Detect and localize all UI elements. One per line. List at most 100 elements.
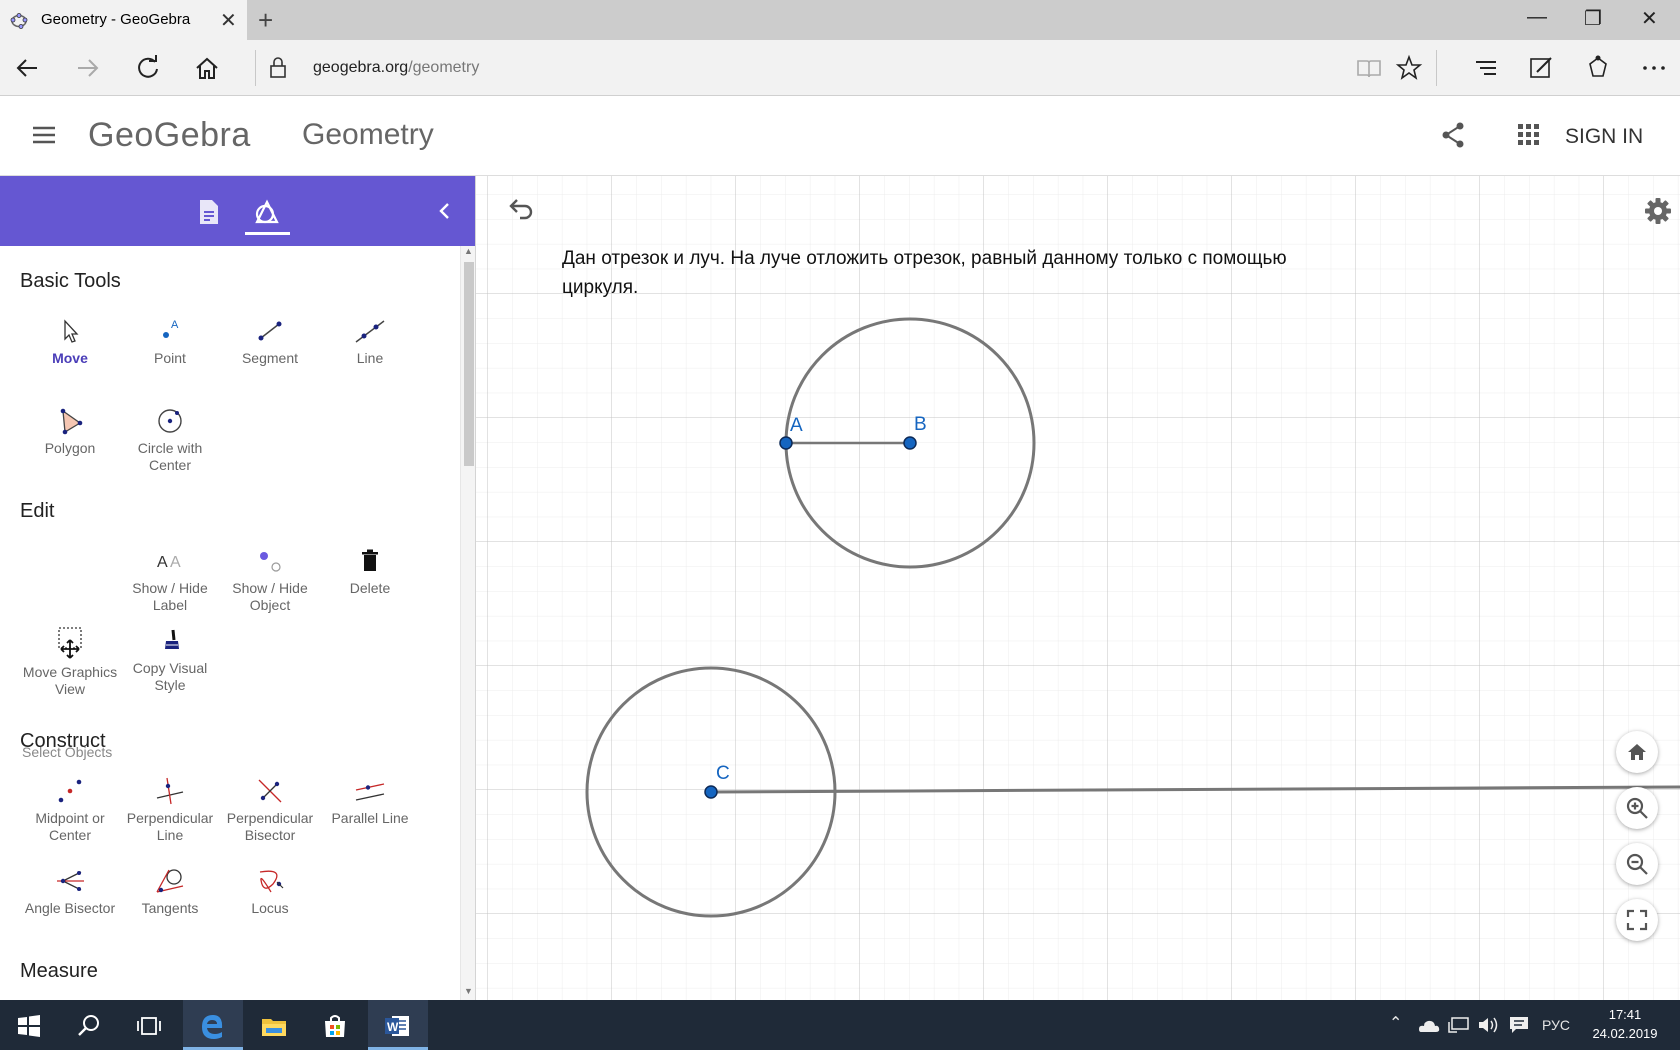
tool-locus[interactable]: Locus — [220, 866, 320, 946]
url-host: geogebra.org — [313, 59, 409, 76]
fullscreen-button[interactable] — [1616, 899, 1658, 941]
task-view-button[interactable] — [120, 1000, 180, 1050]
tool-label: Move Graphics View — [22, 664, 118, 697]
svg-text:A: A — [170, 554, 181, 571]
edge-browser-button[interactable] — [183, 1000, 243, 1050]
tool-polygon[interactable]: Polygon — [20, 406, 120, 486]
close-tab-icon[interactable]: ✕ — [220, 8, 237, 33]
notifications-icon[interactable] — [1508, 1015, 1530, 1035]
tool-circle-with-center[interactable]: Circle with Center — [120, 406, 220, 486]
share-icon[interactable] — [1440, 121, 1466, 149]
favorite-star-icon[interactable] — [1395, 54, 1423, 82]
zoom-out-icon — [1626, 853, 1648, 875]
hub-icon[interactable] — [1472, 54, 1500, 82]
algebra-tab-icon[interactable] — [188, 192, 228, 232]
tool-midpoint-or-center[interactable]: Midpoint or Center — [20, 776, 120, 856]
new-tab-icon[interactable]: + — [258, 5, 273, 36]
search-icon — [78, 1015, 99, 1036]
tool-label: Delete — [349, 580, 391, 596]
task-text[interactable]: Дан отрезок и луч. На луче отложить отре… — [562, 244, 1342, 302]
tool-tangents[interactable]: Tangents — [120, 866, 220, 946]
zoom-out-button[interactable] — [1616, 843, 1658, 885]
collapse-panel-icon[interactable] — [436, 201, 454, 221]
tool-show-hide-label[interactable]: AA Show / Hide Label — [120, 546, 220, 626]
window-close-icon[interactable]: ✕ — [1641, 6, 1658, 31]
show-hide-label-icon: AA — [157, 554, 181, 571]
share-icon[interactable] — [1584, 54, 1612, 82]
more-menu-icon[interactable] — [1640, 54, 1668, 82]
geogebra-logo[interactable]: GeoGebra — [88, 116, 251, 155]
tool-angle-bisector[interactable]: Angle Bisector — [20, 866, 120, 946]
label-a: A — [790, 415, 803, 436]
onedrive-icon[interactable] — [1416, 1017, 1440, 1033]
word-button[interactable]: W — [368, 1000, 428, 1050]
tool-parallel-line[interactable]: Parallel Line — [320, 776, 420, 856]
system-clock[interactable]: 17:41 24.02.2019 — [1580, 1005, 1670, 1043]
tool-delete[interactable]: Delete — [320, 546, 420, 626]
tool-move-graphics-view[interactable]: Move Graphics View — [20, 626, 120, 706]
scrollbar-thumb[interactable] — [464, 262, 474, 466]
input-language-indicator[interactable]: РУС — [1542, 1017, 1570, 1033]
search-button[interactable] — [60, 1000, 120, 1050]
tool-label: Locus — [251, 900, 289, 916]
point-icon: A — [163, 319, 179, 338]
undo-icon[interactable] — [506, 198, 536, 222]
tool-perpendicular-bisector[interactable]: Perpendicular Bisector — [220, 776, 320, 856]
browser-tab[interactable]: Geometry - GeoGebra ✕ — [0, 0, 247, 40]
settings-gear-icon[interactable] — [1644, 197, 1672, 225]
tool-perpendicular-line[interactable]: Perpendicular Line — [120, 776, 220, 856]
parallel-line-icon — [355, 783, 385, 801]
angle-bisector-icon — [57, 871, 84, 891]
zoom-in-button[interactable] — [1616, 787, 1658, 829]
start-button[interactable] — [0, 1000, 60, 1050]
point-b[interactable] — [903, 436, 917, 450]
restore-icon[interactable]: ❐ — [1584, 6, 1602, 31]
label-c: C — [716, 763, 730, 784]
geogebra-favicon-icon — [10, 13, 28, 29]
file-explorer-button[interactable] — [245, 1000, 305, 1050]
move-cursor-icon — [64, 319, 79, 343]
tool-move[interactable]: Move — [20, 316, 120, 396]
refresh-icon[interactable] — [134, 54, 162, 82]
tool-label: Line — [356, 350, 384, 366]
midpoint-icon — [58, 779, 82, 803]
fullscreen-icon — [1626, 909, 1648, 931]
tool-copy-visual-style[interactable]: Copy Visual Style — [120, 626, 220, 706]
minimize-icon[interactable]: — — [1527, 6, 1547, 29]
apps-grid-icon[interactable] — [1518, 124, 1540, 146]
category-basic-tools: Basic Tools — [20, 270, 121, 292]
tool-show-hide-object[interactable]: Show / Hide Object — [220, 546, 320, 626]
reading-view-icon[interactable] — [1355, 54, 1383, 82]
tool-label: Tangents — [141, 900, 199, 916]
geogebra-header: GeoGebra Geometry SIGN IN — [0, 96, 1680, 176]
point-c[interactable] — [704, 785, 718, 799]
windows-logo-icon — [18, 1015, 40, 1037]
tools-tab-icon[interactable] — [247, 192, 287, 232]
tool-segment[interactable]: Segment — [220, 316, 320, 396]
back-icon[interactable] — [13, 54, 41, 82]
store-button[interactable] — [306, 1000, 366, 1050]
active-tab-indicator — [245, 232, 290, 235]
volume-icon[interactable] — [1477, 1016, 1501, 1034]
hamburger-menu-icon[interactable] — [31, 124, 57, 146]
address-bar: geogebra.org/geometry — [0, 40, 1680, 96]
standard-view-button[interactable] — [1616, 731, 1658, 773]
tools-panel: Basic Tools Move A Point Segment Line Po… — [0, 176, 475, 1000]
forward-icon[interactable] — [74, 54, 102, 82]
label-b: B — [914, 414, 927, 435]
point-a[interactable] — [779, 436, 793, 450]
network-icon[interactable] — [1448, 1016, 1470, 1034]
show-hidden-icons-icon[interactable]: ⌃ — [1389, 1013, 1402, 1033]
tool-line[interactable]: Line — [320, 316, 420, 396]
divider — [255, 50, 256, 86]
scroll-up-icon[interactable]: ▲ — [464, 246, 473, 256]
home-icon[interactable] — [193, 54, 221, 82]
tool-point[interactable]: A Point — [120, 316, 220, 396]
sign-in-button[interactable]: SIGN IN — [1565, 125, 1643, 149]
tools-scrollbar[interactable]: ▲ ▼ — [460, 246, 475, 1000]
tool-label: Perpendicular Line — [126, 810, 214, 843]
graphics-view[interactable]: A B C Дан отрезок и луч. На луче отложит… — [475, 176, 1680, 1000]
scroll-down-icon[interactable]: ▼ — [464, 986, 473, 996]
url-field[interactable]: geogebra.org/geometry — [313, 59, 479, 77]
web-note-icon[interactable] — [1527, 54, 1555, 82]
